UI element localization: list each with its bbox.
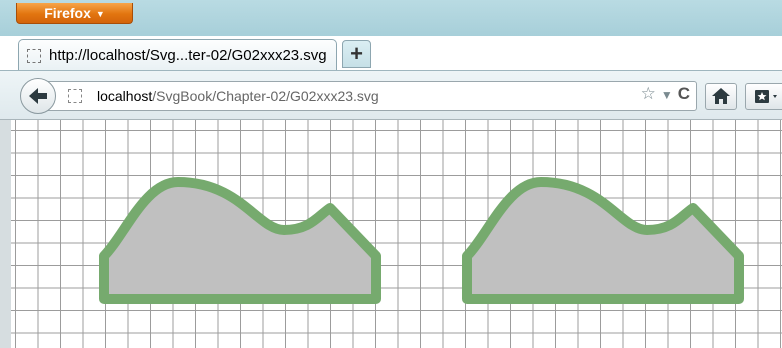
plus-icon: + (350, 41, 363, 66)
hill-shape-right (462, 177, 744, 304)
home-icon (712, 88, 730, 104)
arrow-left-icon (29, 88, 47, 104)
dropdown-caret-icon: ▼ (95, 9, 105, 19)
bookmarks-button[interactable] (745, 83, 782, 110)
site-identity-icon[interactable] (68, 89, 82, 103)
bookmarks-icon (755, 90, 777, 103)
url-text: localhost/SvgBook/Chapter-02/G02xxx23.sv… (97, 88, 379, 104)
url-path: /SvgBook/Chapter-02/G02xxx23.svg (152, 88, 379, 104)
star-icon[interactable]: ☆ (641, 84, 656, 103)
tab-current[interactable]: http://localhost/Svg...ter-02/G02xxx23.s… (18, 39, 337, 71)
reload-icon[interactable]: C (678, 84, 690, 103)
hill-shape-left (99, 177, 381, 304)
firefox-menu-button[interactable]: Firefox ▼ (16, 3, 133, 24)
home-button[interactable] (705, 83, 737, 110)
new-tab-button[interactable]: + (342, 40, 371, 68)
tab-title: http://localhost/Svg...ter-02/G02xxx23.s… (49, 47, 327, 64)
window-left-edge (0, 120, 11, 348)
back-button[interactable] (20, 78, 56, 114)
url-host: localhost (97, 88, 153, 104)
firefox-menu-label: Firefox (44, 5, 91, 21)
url-bar-icons: ☆ ▼ C (636, 84, 690, 104)
triangle-down-icon[interactable]: ▼ (661, 88, 673, 102)
page-icon (27, 49, 41, 63)
url-bar[interactable]: localhost/SvgBook/Chapter-02/G02xxx23.sv… (48, 81, 697, 111)
svg-viewport (0, 120, 782, 348)
svg-canvas (99, 177, 744, 304)
